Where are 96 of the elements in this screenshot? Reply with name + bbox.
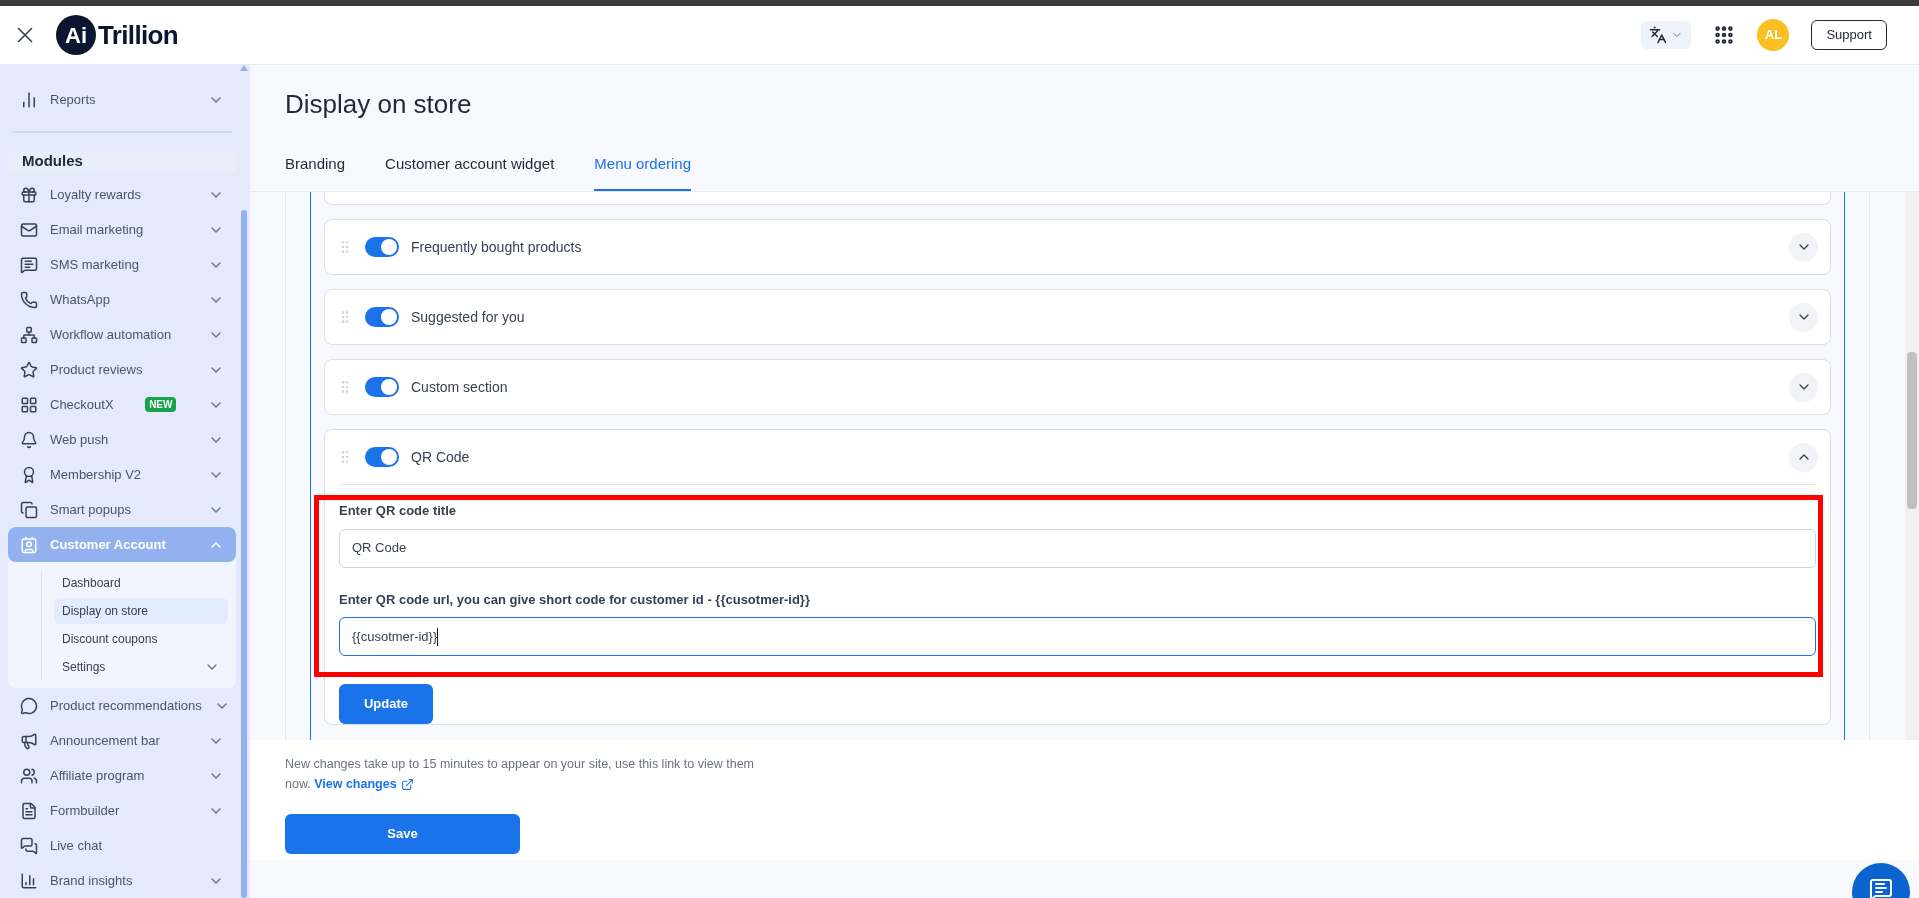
sidebar-item[interactable]: Web push [8, 422, 236, 457]
star-icon [20, 360, 38, 379]
sidebar-item-label: Loyalty rewards [50, 185, 142, 204]
toggle-switch[interactable] [365, 447, 399, 467]
sidebar-item[interactable]: Product recommendations [8, 688, 236, 723]
submenu-item[interactable]: Discount coupons [54, 626, 228, 652]
sidebar-item-label: Workflow automation [50, 325, 172, 344]
sidebar-item-label: CheckoutX [50, 395, 114, 414]
sidebar-item-label: Email marketing [50, 220, 144, 239]
sidebar-item-label: Web push [50, 430, 109, 449]
submenu-item[interactable]: Dashboard [54, 570, 228, 596]
update-button[interactable]: Update [339, 684, 433, 724]
sidebar-item[interactable]: Announcement bar [8, 723, 236, 758]
megaphone-icon [20, 731, 38, 750]
new-badge: NEW [145, 397, 177, 412]
sidebar-item-label: Affiliate program [50, 766, 145, 785]
submenu-label: Discount coupons [62, 631, 158, 648]
section-title: QR Code [411, 447, 470, 467]
sidebar-item[interactable]: CheckoutX NEW [8, 387, 236, 422]
section-title: Custom section [411, 377, 508, 397]
sidebar-item[interactable]: WhatsApp [8, 282, 236, 317]
sidebar-item[interactable]: SMS marketing [8, 247, 236, 282]
scroll-up-arrow-icon[interactable] [240, 65, 248, 71]
scrollbar-thumb[interactable] [241, 210, 247, 898]
section-heading: Modules [8, 152, 236, 171]
sidebar-item[interactable]: Loyalty rewards [8, 177, 236, 212]
chat-icon [20, 836, 38, 855]
support-button[interactable]: Support [1811, 20, 1887, 50]
apps-grid-icon[interactable] [1713, 24, 1736, 46]
sidebar-item[interactable]: Membership V2 [8, 457, 236, 492]
sidebar-item-label: Formbuilder [50, 801, 120, 820]
hierarchy-icon [20, 325, 38, 344]
sidebar-item[interactable]: Reports [8, 82, 236, 117]
save-button[interactable]: Save [285, 814, 520, 854]
chat-icon [1869, 877, 1893, 898]
gift-icon [20, 185, 38, 204]
text-field[interactable]: {{cusotmer-id}} [339, 617, 1816, 656]
expand-button[interactable] [1789, 372, 1818, 402]
page-title: Display on store [285, 88, 473, 121]
tab[interactable]: Customer account widget [385, 139, 555, 191]
expand-button[interactable] [1789, 232, 1818, 262]
people-icon [20, 766, 38, 785]
submenu-item[interactable]: Settings [54, 654, 228, 680]
toggle-switch[interactable] [365, 237, 399, 257]
sidebar-item-label: Brand insights [50, 871, 133, 890]
sidebar-item-label: Announcement bar [50, 731, 160, 750]
sidebar-item-label: Membership V2 [50, 465, 142, 484]
submenu-label: Settings [62, 659, 106, 676]
windows-icon [20, 500, 38, 519]
submenu-item[interactable]: Display on store [54, 598, 228, 624]
sidebar-item-label: Product reviews [50, 360, 143, 379]
translate-icon [1649, 26, 1668, 44]
toggle-switch[interactable] [365, 307, 399, 327]
submenu-label: Display on store [62, 603, 149, 620]
sidebar-item[interactable]: Workflow automation [8, 317, 236, 352]
section-title: Frequently bought products [411, 237, 582, 257]
expand-button[interactable] [1789, 302, 1818, 332]
sidebar-item-label: Product recommendations [50, 696, 202, 715]
field-label: Enter QR code title [339, 502, 458, 520]
language-button[interactable] [1641, 21, 1692, 49]
sidebar-item[interactable]: Affiliate program [8, 758, 236, 793]
field-label: Enter QR code url, you can give short code for customer id - {{cusotmer-id}} [339, 590, 811, 609]
chat-bubble-icon [20, 696, 38, 715]
logo-text: Trillion [98, 18, 179, 52]
sidebar-item-label: Live chat [50, 836, 103, 855]
grid-icon [20, 395, 38, 414]
section-title: Suggested for you [411, 307, 525, 327]
scrollbar-thumb[interactable] [1907, 352, 1917, 509]
sidebar-item-label: Reports [50, 90, 96, 109]
tab[interactable]: Branding [285, 139, 346, 191]
sidebar-item[interactable]: Product reviews [8, 352, 236, 387]
info-note: New changes take up to 15 minutes to appear on your site, use this link to view them now. View changes [285, 754, 765, 794]
submenu-label: Dashboard [62, 575, 121, 592]
view-changes-link[interactable]: View changes [314, 774, 414, 794]
logo-mark: Ai [56, 15, 96, 55]
sidebar-item-label: WhatsApp [50, 290, 110, 309]
expand-button[interactable] [1789, 442, 1818, 472]
sidebar-item[interactable]: Formbuilder [8, 793, 236, 828]
external-link-icon [400, 777, 414, 791]
sidebar-item-label: Customer Account [50, 535, 166, 554]
id-card-icon [20, 535, 38, 554]
chart-icon [20, 871, 38, 890]
bar-chart-icon [20, 90, 38, 109]
sidebar-item[interactable]: Email marketing [8, 212, 236, 247]
toggle-switch[interactable] [365, 377, 399, 397]
form-icon [20, 801, 38, 820]
sidebar-item[interactable]: Brand insights [8, 863, 236, 898]
envelope-icon [20, 220, 38, 239]
bell-icon [20, 430, 38, 449]
phone-icon [20, 290, 38, 309]
sidebar-item-label: SMS marketing [50, 255, 139, 274]
text-field[interactable]: QR Code [339, 528, 1816, 568]
sidebar-item-label: Smart popups [50, 500, 131, 519]
sidebar-item[interactable]: Live chat [8, 828, 236, 863]
message-icon [20, 255, 38, 274]
sidebar-item[interactable]: Smart popups [8, 492, 236, 527]
